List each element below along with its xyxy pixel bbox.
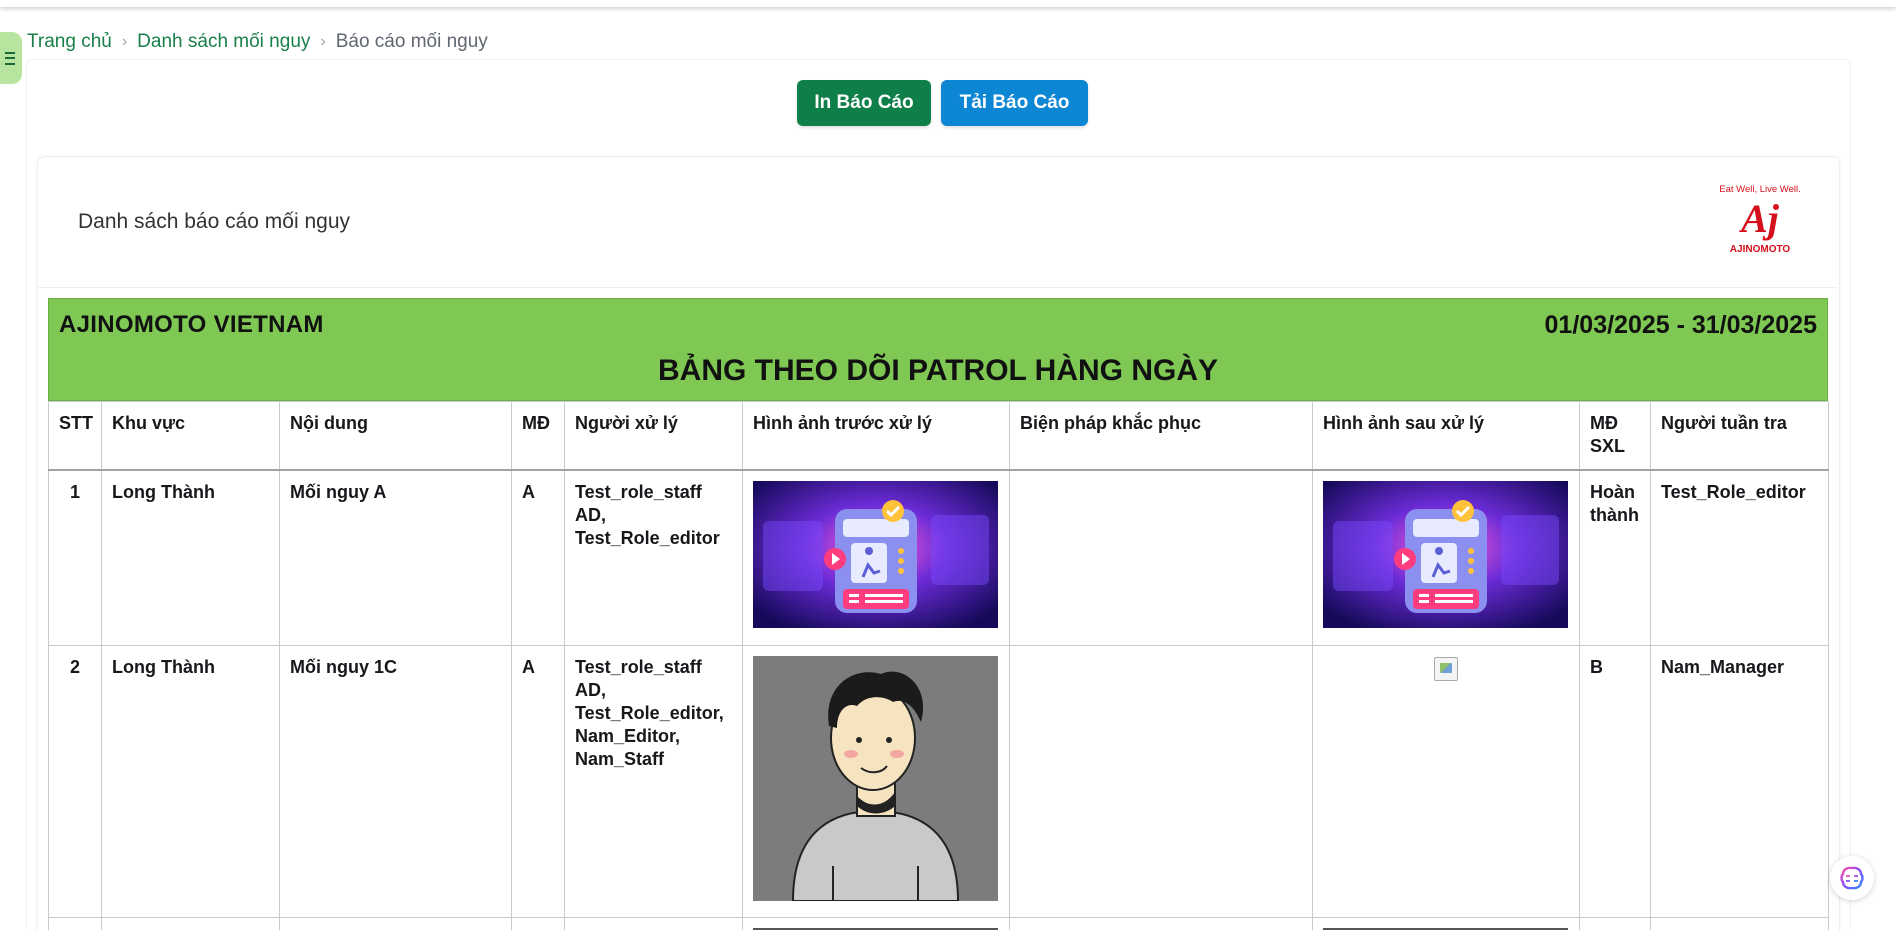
cell-area: Long Thành (101, 645, 280, 918)
table-row: 1 Long Thành Mối nguy A A Test_role_staf… (48, 469, 1829, 646)
print-report-button[interactable]: In Báo Cáo (797, 80, 931, 126)
cell-level (511, 917, 565, 930)
chevron-right-icon: › (121, 33, 128, 50)
cell-img-after (1312, 645, 1580, 918)
report-actions: In Báo Cáo Tải Báo Cáo (797, 80, 1088, 126)
cell-content: Mối nguy A (279, 469, 512, 646)
cell-handler: Test_role_staff AD, Test_Role_editor, Na… (564, 645, 743, 918)
breadcrumb-home-link[interactable]: Trang chủ (27, 31, 112, 53)
breadcrumb-current: Báo cáo mối nguy (335, 31, 488, 52)
cell-img-before (742, 469, 1010, 646)
col-stt: STT (48, 401, 102, 471)
person-photo-thumbnail[interactable] (753, 656, 998, 901)
top-bar (0, 0, 1896, 7)
cell-measure (1009, 917, 1313, 930)
ajinomoto-logo: Eat Well, Live Well. Aj AJINOMOTO (1719, 184, 1800, 255)
cell-handler (564, 917, 743, 930)
col-content: Nội dung (279, 401, 512, 471)
col-level-after: MĐ SXL (1579, 401, 1651, 471)
logo-mark: Aj (1738, 196, 1780, 241)
cell-area (101, 917, 280, 930)
table-row: 2 Long Thành Mối nguy 1C A Test_role_sta… (48, 645, 1829, 918)
download-report-button[interactable]: Tải Báo Cáo (941, 80, 1088, 126)
cell-img-before (742, 645, 1010, 918)
table-row (48, 917, 1829, 930)
cell-patroller: Test_Role_editor (1650, 469, 1829, 646)
cell-area: Long Thành (101, 469, 280, 646)
cell-img-after (1312, 917, 1580, 930)
hazard-photo-thumbnail[interactable] (753, 480, 998, 628)
cell-level: A (511, 645, 565, 918)
date-range: 01/03/2025 - 31/03/2025 (1544, 311, 1817, 339)
logo-brand: AJINOMOTO (1730, 244, 1791, 255)
hazard-photo-after-thumbnail[interactable] (1323, 480, 1568, 628)
report-card-title: Danh sách báo cáo mối nguy (78, 210, 351, 233)
patrol-sheet: AJINOMOTO VIETNAM 01/03/2025 - 31/03/202… (48, 298, 1829, 930)
broken-image-icon[interactable] (1434, 657, 1458, 681)
cell-level-after: Hoàn thành (1579, 469, 1651, 646)
col-img-before: Hình ảnh trước xử lý (742, 401, 1010, 471)
col-area: Khu vực (101, 401, 280, 471)
card-divider (38, 287, 1838, 288)
cell-level-after (1579, 917, 1651, 930)
cell-stt: 1 (48, 469, 102, 646)
breadcrumb-hazard-list-link[interactable]: Danh sách mối nguy (137, 31, 310, 53)
sheet-title: BẢNG THEO DÕI PATROL HÀNG NGÀY (657, 354, 1218, 387)
sheet-header: AJINOMOTO VIETNAM 01/03/2025 - 31/03/202… (48, 298, 1828, 401)
ai-assistant-button[interactable] (1830, 856, 1874, 900)
cell-level: A (511, 469, 565, 646)
logo-tagline: Eat Well, Live Well. (1719, 184, 1800, 195)
cell-patroller (1650, 917, 1829, 930)
cell-handler: Test_role_staff AD, Test_Role_editor (564, 469, 743, 646)
cell-img-before (742, 917, 1010, 930)
chevron-right-icon: › (320, 33, 326, 50)
brain-icon (1840, 866, 1864, 890)
cell-measure (1009, 645, 1313, 918)
breadcrumb: Trang chủ › Danh sách mối nguy › Báo cáo… (27, 31, 488, 53)
col-measure: Biện pháp khắc phục (1009, 401, 1313, 471)
cell-content (279, 917, 512, 930)
patrol-table: STT Khu vực Nội dung MĐ Người xử lý Hình… (48, 401, 1829, 930)
col-patroller: Người tuần tra (1650, 401, 1829, 471)
cell-measure (1009, 469, 1313, 646)
col-handler: Người xử lý (564, 401, 743, 471)
cell-patroller: Nam_Manager (1650, 645, 1829, 918)
cell-content: Mối nguy 1C (279, 645, 512, 918)
cell-stt (48, 917, 102, 930)
cell-stt: 2 (48, 645, 102, 918)
col-img-after: Hình ảnh sau xử lý (1312, 401, 1580, 471)
sidebar-toggle-button[interactable] (0, 32, 22, 84)
menu-icon (5, 51, 15, 65)
cell-level-after: B (1579, 645, 1651, 918)
company-name: AJINOMOTO VIETNAM (59, 311, 324, 338)
table-header-row: STT Khu vực Nội dung MĐ Người xử lý Hình… (48, 401, 1829, 471)
col-level: MĐ (511, 401, 565, 471)
cell-img-after (1312, 469, 1580, 646)
